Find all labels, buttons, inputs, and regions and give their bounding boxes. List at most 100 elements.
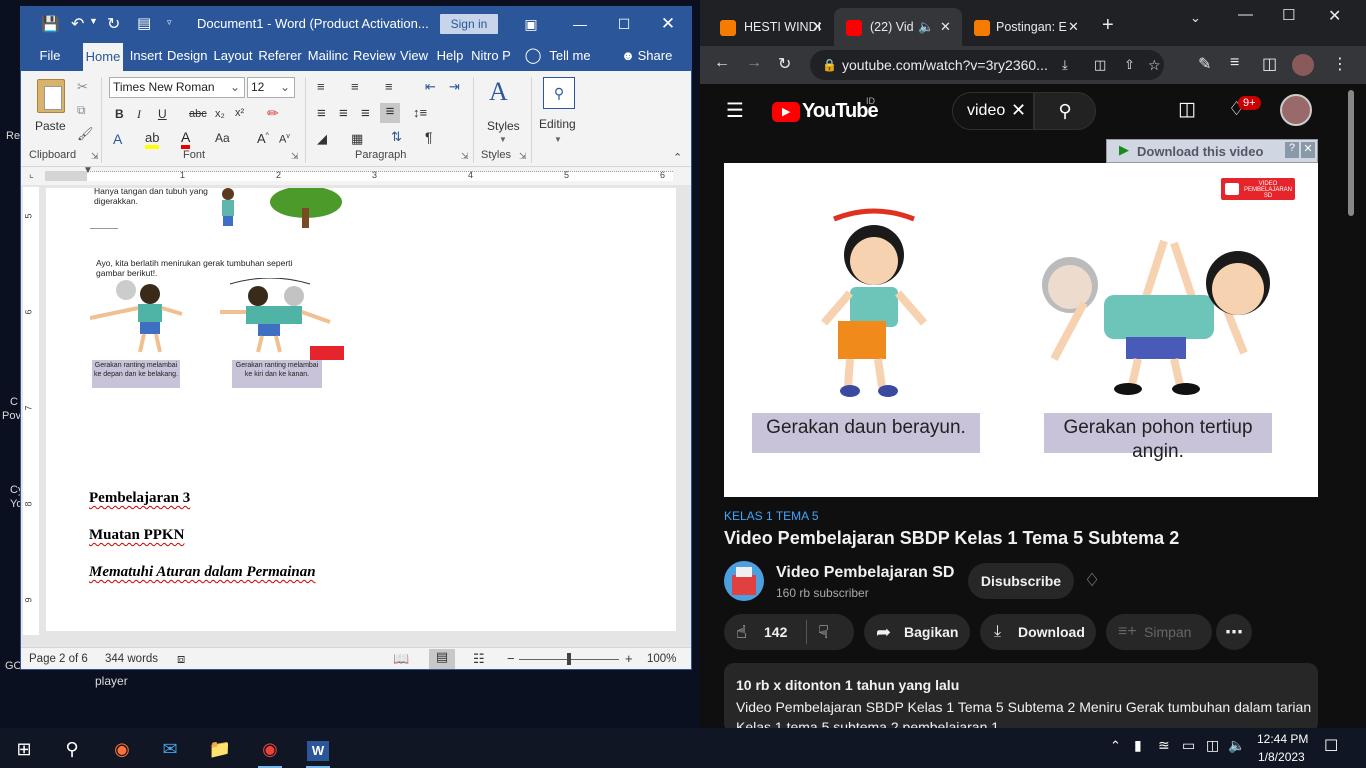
tray-chevron-icon[interactable]: ⌃ (1110, 738, 1121, 754)
editing-button[interactable]: Editing (539, 117, 576, 131)
tab-search-icon[interactable]: ⌄ (1190, 10, 1201, 26)
embedded-image[interactable]: Hanya tangan dan tubuh yang digerakkan. (90, 188, 346, 230)
superscript-button[interactable]: x² (235, 107, 244, 119)
doc-heading[interactable]: Pembelajaran 3 (89, 490, 190, 507)
line-spacing-icon[interactable]: ↕≡ (413, 105, 427, 120)
like-icon[interactable]: ☝ (736, 614, 747, 650)
decrease-indent-icon[interactable]: ⇤ (425, 79, 436, 95)
description-box[interactable]: 10 rb x ditonton 1 tahun yang lalu Video… (724, 663, 1318, 728)
dialog-launcher-icon[interactable]: ⇲ (291, 151, 299, 162)
battery-icon[interactable]: ▭ (1182, 737, 1195, 754)
camera-icon[interactable]: ◫ (1206, 737, 1219, 754)
side-panel-icon[interactable]: ◫ (1262, 54, 1277, 74)
firefox-icon[interactable]: ◉ (102, 734, 142, 768)
align-left-icon[interactable]: ≡ (317, 105, 326, 122)
clock-date[interactable]: 1/8/2023 (1258, 750, 1305, 764)
minimize-button[interactable]: — (565, 13, 595, 35)
desktop-icon-label[interactable]: C (10, 396, 18, 408)
increase-indent-icon[interactable]: ⇥ (449, 79, 460, 95)
horizontal-ruler[interactable]: ⌞ ▼ 1 2 3 4 5 6 (21, 165, 691, 185)
address-bar[interactable]: 🔒 youtube.com/watch?v=3ry2360... ⤓ ◫ ⇧ ☆ (810, 50, 1164, 80)
doc-heading[interactable]: Muatan PPKN (89, 527, 184, 544)
borders-icon[interactable]: ▦ (351, 131, 363, 147)
windows-start-icon[interactable]: ⊞ (4, 734, 44, 768)
styles-button[interactable]: Styles (487, 119, 520, 133)
proofing-icon[interactable]: ⧈ (177, 651, 185, 667)
close-icon[interactable]: ✕ (1301, 142, 1315, 158)
new-tab-icon[interactable]: + (1102, 14, 1114, 37)
dislike-icon[interactable]: ☟ (818, 614, 829, 650)
download-bar[interactable]: ▶ Download this video ? ✕ (1106, 139, 1318, 163)
print-preview-icon[interactable]: ▤ (137, 14, 151, 32)
lock-icon[interactable]: 🔒 (822, 50, 837, 80)
channel-watermark[interactable]: VIDEO PEMBELAJARAN SD (1220, 177, 1296, 201)
reload-icon[interactable]: ↻ (778, 54, 791, 74)
subscribe-button[interactable]: Disubscribe (968, 563, 1074, 599)
reading-list-icon[interactable]: ≡ (1230, 54, 1239, 72)
account-avatar[interactable] (1280, 94, 1312, 126)
font-color-icon[interactable]: A (181, 129, 191, 149)
zoom-level[interactable]: 100% (647, 653, 676, 665)
forward-icon[interactable]: → (746, 54, 762, 72)
tab-help[interactable]: Help (433, 41, 467, 71)
print-layout-icon[interactable]: ▤ (429, 649, 455, 669)
volume-icon[interactable]: 🔈 (1228, 737, 1245, 754)
word-icon[interactable]: W (298, 734, 338, 768)
channel-avatar[interactable] (724, 561, 764, 601)
help-icon[interactable]: ? (1285, 142, 1299, 158)
ribbon-display-icon[interactable]: ▣ (516, 13, 546, 35)
file-explorer-icon[interactable]: 📁 (200, 734, 240, 768)
speaker-icon[interactable]: 🔈 (918, 19, 934, 35)
profile-avatar[interactable] (1292, 54, 1314, 76)
kebab-menu-icon[interactable]: ⋮ (1332, 54, 1348, 74)
desktop-icon-label[interactable]: player (95, 674, 128, 688)
cut-icon[interactable]: ✂ (77, 79, 88, 95)
undo-icon[interactable]: ↶ (71, 14, 84, 34)
sign-in-button[interactable]: Sign in (440, 14, 498, 34)
youtube-logo-icon[interactable]: ▶ (772, 102, 800, 122)
download-video-button[interactable]: Download this video (1137, 144, 1263, 159)
shrink-font-icon[interactable]: Av (279, 133, 290, 146)
chevron-down-icon[interactable]: ▼ (499, 135, 507, 144)
bell-icon[interactable]: ♢ (1084, 570, 1100, 591)
italic-button[interactable]: I (137, 107, 141, 122)
font-name-combo[interactable]: Times New Roman ⌄ (109, 77, 245, 98)
maximize-button[interactable]: ☐ (609, 13, 639, 35)
hashtag-link[interactable]: KELAS 1 TEMA 5 (724, 509, 819, 523)
collapse-ribbon-icon[interactable]: ⌃ (673, 151, 682, 164)
tab-file[interactable]: File (31, 41, 69, 71)
minimize-button[interactable]: — (1238, 6, 1253, 23)
word-count[interactable]: 344 words (105, 653, 158, 665)
shading-icon[interactable]: ◢ (317, 131, 327, 147)
save-icon[interactable]: 💾 (41, 15, 60, 33)
tab-references[interactable]: Referer (257, 41, 303, 71)
chevron-down-icon[interactable]: ▼ (554, 135, 562, 144)
copy-icon[interactable]: ⧉ (77, 103, 86, 118)
styles-icon[interactable]: A (489, 77, 508, 107)
paste-icon[interactable] (37, 79, 65, 113)
dialog-launcher-icon[interactable]: ⇲ (519, 151, 527, 162)
back-icon[interactable]: ← (714, 54, 730, 72)
share-button[interactable]: Share (635, 41, 675, 71)
more-actions-icon[interactable]: ⋯ (1216, 614, 1252, 650)
tab-design[interactable]: Design (167, 41, 207, 71)
indent-marker-icon[interactable]: ▼ (83, 165, 93, 176)
desktop-icon-label[interactable]: Re (6, 130, 20, 142)
browser-tab-active[interactable]: (22) Vid 🔈 ✕ (834, 8, 962, 46)
dialog-launcher-icon[interactable]: ⇲ (461, 151, 469, 162)
align-center-icon[interactable]: ≡ (339, 105, 348, 122)
video-player[interactable]: VIDEO PEMBELAJARAN SD Gerakan daun beray… (724, 163, 1318, 497)
wifi-icon[interactable]: ≊ (1158, 737, 1170, 754)
zoom-out-button[interactable]: − (507, 651, 515, 666)
search-icon[interactable]: ⚲ (52, 734, 92, 768)
clear-search-icon[interactable]: ✕ (1011, 100, 1026, 121)
page-count[interactable]: Page 2 of 6 (29, 653, 88, 665)
browser-tab[interactable]: HESTI WINDI ✕ (700, 8, 830, 46)
usb-icon[interactable]: ▮ (1134, 737, 1142, 754)
chrome-icon[interactable]: ◉ (250, 734, 290, 768)
close-icon[interactable]: ✕ (812, 19, 823, 35)
customize-toolbar-icon[interactable]: ▿ (167, 17, 172, 28)
doc-heading[interactable]: Mematuhi Aturan dalam Permainan (89, 564, 316, 581)
close-button[interactable]: ✕ (1328, 6, 1341, 26)
extensions-icon[interactable]: ✎ (1198, 54, 1211, 74)
